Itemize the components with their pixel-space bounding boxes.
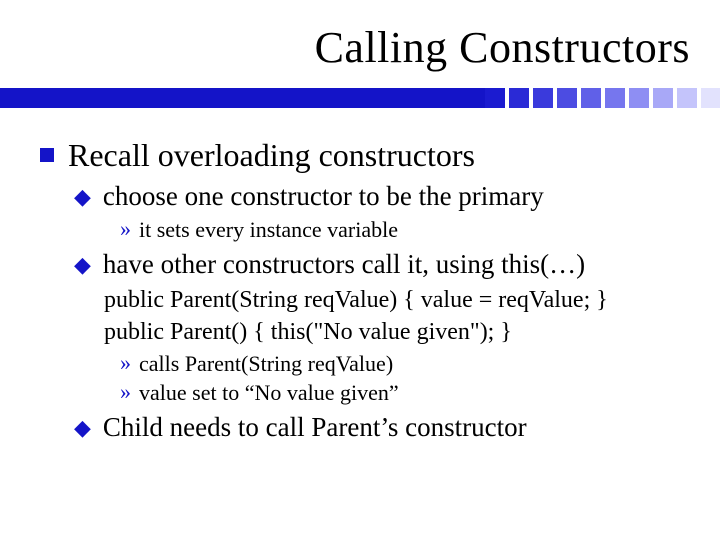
- diamond-bullet-icon: ◆: [74, 186, 91, 208]
- bullet-level2: ◆ Child needs to call Parent’s construct…: [74, 411, 690, 445]
- decor-square: [581, 88, 601, 108]
- decor-square: [653, 88, 673, 108]
- diamond-bullet-icon: ◆: [74, 254, 91, 276]
- bullet-text: it sets every instance variable: [139, 216, 398, 244]
- bullet-level2: ◆ have other constructors call it, using…: [74, 248, 690, 282]
- bullet-level3: » it sets every instance variable: [120, 216, 690, 244]
- bullet-level3: » calls Parent(String reqValue): [120, 350, 690, 378]
- decor-square: [677, 88, 697, 108]
- decor-square: [605, 88, 625, 108]
- square-bullet-icon: [40, 148, 54, 162]
- bullet-text: calls Parent(String reqValue): [139, 350, 393, 378]
- slide-title: Calling Constructors: [315, 22, 690, 73]
- slide: Calling Constructors Recall overloading …: [0, 0, 720, 540]
- decor-square: [701, 88, 720, 108]
- decor-square: [533, 88, 553, 108]
- bullet-text: Recall overloading constructors: [68, 136, 475, 174]
- chevron-bullet-icon: »: [120, 216, 131, 242]
- slide-body: Recall overloading constructors ◆ choose…: [40, 136, 690, 447]
- decor-bar-solid: [0, 88, 485, 108]
- diamond-bullet-icon: ◆: [74, 417, 91, 439]
- code-line: public Parent(String reqValue) { value =…: [104, 285, 690, 316]
- bullet-level3: » value set to “No value given”: [120, 379, 690, 407]
- code-block: public Parent(String reqValue) { value =…: [104, 285, 690, 347]
- chevron-bullet-icon: »: [120, 350, 131, 376]
- chevron-bullet-icon: »: [120, 379, 131, 405]
- bullet-text: Child needs to call Parent’s constructor: [103, 411, 527, 445]
- bullet-text: value set to “No value given”: [139, 379, 399, 407]
- code-line: public Parent() { this("No value given")…: [104, 317, 690, 348]
- decor-square: [509, 88, 529, 108]
- bullet-text: choose one constructor to be the primary: [103, 180, 544, 214]
- bullet-level2: ◆ choose one constructor to be the prima…: [74, 180, 690, 214]
- decor-square: [557, 88, 577, 108]
- decor-square: [629, 88, 649, 108]
- bullet-level1: Recall overloading constructors: [40, 136, 690, 174]
- decor-bar: [0, 88, 720, 108]
- bullet-text: have other constructors call it, using t…: [103, 248, 585, 282]
- decor-square: [485, 88, 505, 108]
